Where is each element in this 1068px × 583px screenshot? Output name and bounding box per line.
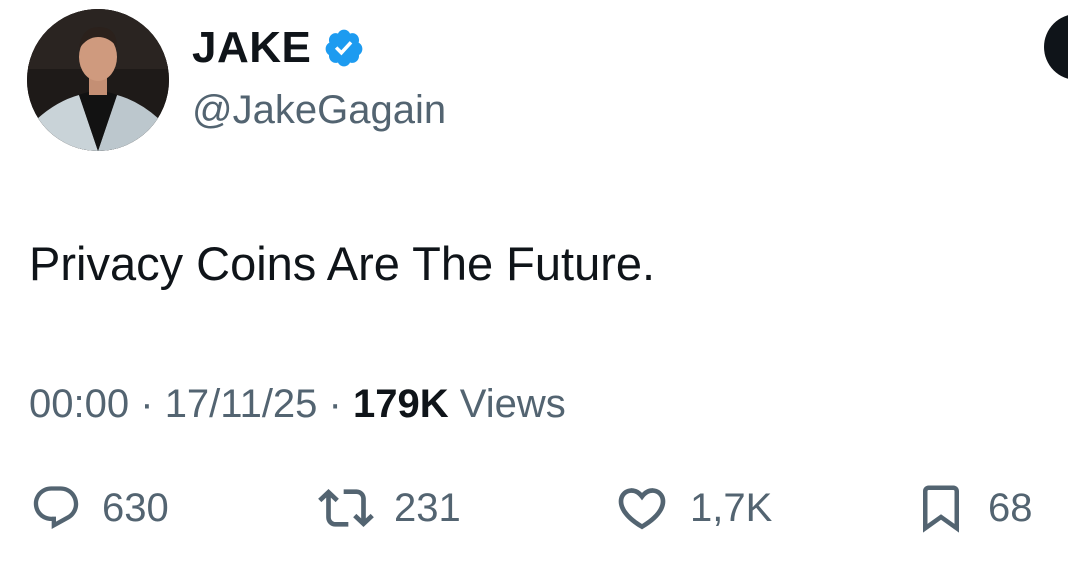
- tweet-text: Privacy Coins Are The Future.: [29, 237, 656, 290]
- tweet-date[interactable]: 17/11/25: [165, 382, 318, 426]
- verified-badge-icon: [325, 29, 363, 67]
- reply-count: 630: [102, 486, 169, 530]
- bookmark-icon: [923, 485, 959, 533]
- tweet-meta: 00:00 · 17/11/25 · 179K Views: [29, 380, 566, 428]
- meta-separator: ·: [328, 382, 342, 426]
- more-options-button[interactable]: [1044, 14, 1068, 80]
- retweet-icon: [318, 489, 374, 527]
- bookmark-button[interactable]: 68: [914, 482, 1033, 534]
- like-button[interactable]: 1,7K: [614, 482, 772, 534]
- reply-icon: [33, 486, 79, 530]
- display-name[interactable]: JAKE: [192, 24, 311, 72]
- reply-button[interactable]: 630: [30, 482, 169, 534]
- retweet-count: 231: [394, 486, 461, 530]
- bookmark-count: 68: [988, 486, 1033, 530]
- retweet-button[interactable]: 231: [318, 482, 461, 534]
- heart-icon: [618, 488, 666, 530]
- author-name-row[interactable]: JAKE: [192, 24, 365, 72]
- avatar[interactable]: [27, 9, 169, 151]
- tweet-time[interactable]: 00:00: [29, 382, 129, 426]
- like-count: 1,7K: [690, 486, 773, 530]
- views-label[interactable]: Views: [460, 382, 566, 426]
- avatar-photo: [27, 9, 169, 151]
- meta-separator: ·: [140, 382, 154, 426]
- author-handle[interactable]: @JakeGagain: [192, 86, 446, 134]
- views-count[interactable]: 179K: [353, 382, 449, 426]
